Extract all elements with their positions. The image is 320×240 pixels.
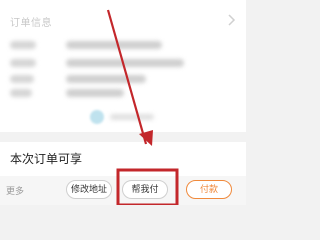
modify-address-button[interactable]: 修改地址: [66, 180, 112, 199]
order-row-blurred: [0, 38, 246, 54]
pay-button[interactable]: 付款: [186, 180, 232, 199]
order-action-bar: 更多 修改地址 帮我付 付款: [0, 176, 246, 205]
discount-notice: 本次订单可享: [0, 142, 246, 176]
expand-label-blurred[interactable]: [110, 114, 154, 120]
order-row-blurred: [0, 86, 246, 102]
order-row-blurred: [0, 56, 246, 72]
chevron-right-icon[interactable]: [226, 14, 236, 26]
expand-icon[interactable]: [90, 110, 104, 124]
help-me-pay-button[interactable]: 帮我付: [122, 180, 168, 199]
discount-notice-text: 本次订单可享: [10, 152, 83, 166]
order-info-card: 订单信息: [0, 0, 246, 132]
more-button[interactable]: 更多: [6, 184, 24, 197]
order-info-title: 订单信息: [10, 18, 52, 29]
